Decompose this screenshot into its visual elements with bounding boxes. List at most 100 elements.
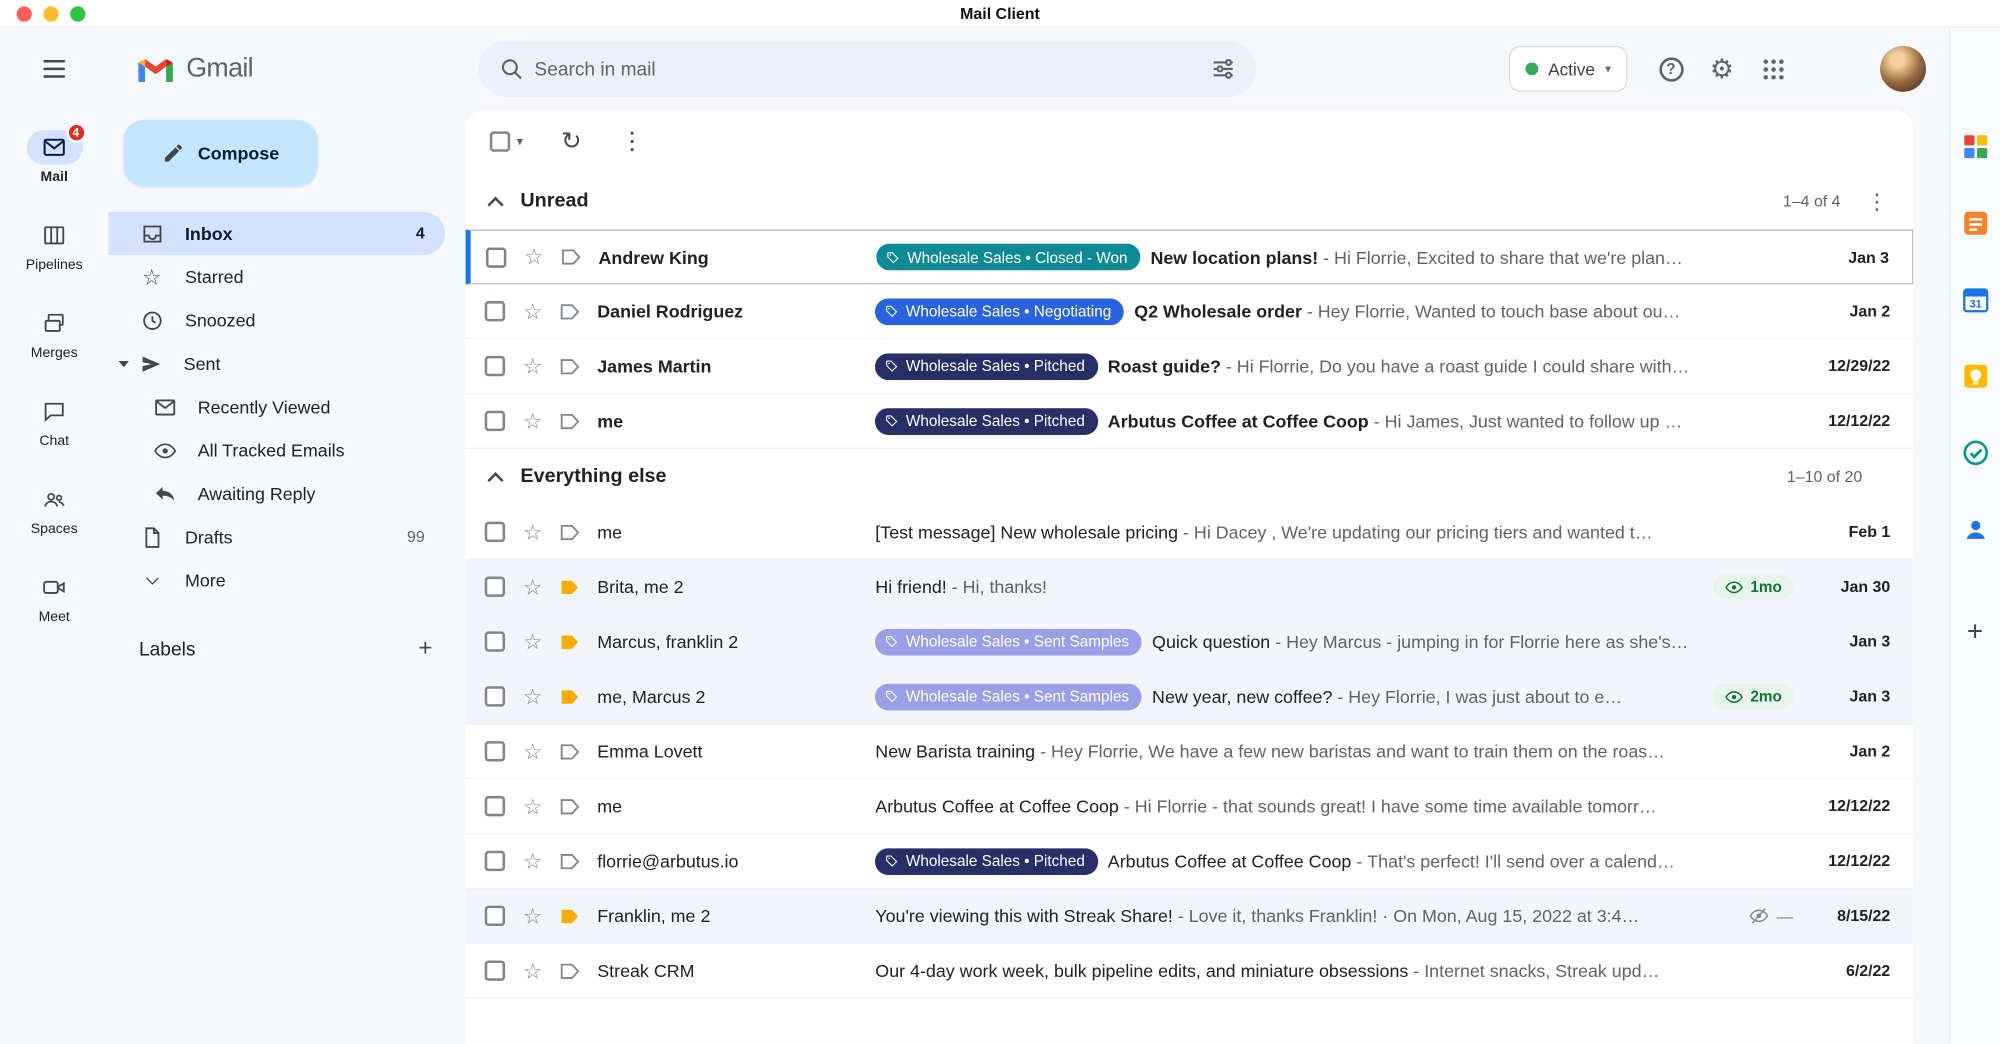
pipeline-stage-badge[interactable]: Wholesale Sales • Pitched	[875, 408, 1097, 435]
row-checkbox[interactable]	[485, 356, 505, 376]
sidebar-item-awaiting-reply[interactable]: Awaiting Reply	[108, 472, 445, 515]
star-icon[interactable]: ☆	[523, 355, 542, 377]
select-dropdown-icon[interactable]: ▾	[517, 135, 523, 149]
streak-pipeline-flag-icon[interactable]	[558, 959, 582, 983]
streak-pipeline-flag-icon[interactable]	[558, 684, 582, 708]
pipeline-stage-badge[interactable]: Wholesale Sales • Closed - Won	[877, 244, 1141, 271]
row-checkbox[interactable]	[485, 631, 505, 651]
email-row[interactable]: ☆Marcus, franklin 2Wholesale Sales • Sen…	[466, 615, 1914, 670]
star-icon[interactable]: ☆	[523, 740, 542, 762]
rail-item-mail[interactable]: 4 Mail	[0, 130, 108, 185]
star-icon[interactable]: ☆	[523, 631, 542, 653]
streak-pipeline-flag-icon[interactable]	[558, 629, 582, 653]
star-icon[interactable]: ☆	[523, 795, 542, 817]
streak-pipeline-flag-icon[interactable]	[558, 904, 582, 928]
calendar-icon[interactable]: 31	[1959, 283, 1992, 316]
pipeline-stage-badge[interactable]: Wholesale Sales • Pitched	[875, 848, 1097, 875]
streak-pipeline-flag-icon[interactable]	[558, 739, 582, 763]
rail-item-meet[interactable]: Meet	[0, 570, 108, 625]
sidebar-item-all-tracked-emails[interactable]: All Tracked Emails	[108, 429, 445, 472]
streak-pipeline-flag-icon[interactable]	[558, 575, 582, 599]
search-input[interactable]	[534, 58, 1200, 80]
row-checkbox[interactable]	[486, 247, 506, 267]
collapse-arrow-icon[interactable]	[119, 360, 129, 366]
star-icon[interactable]: ☆	[523, 686, 542, 708]
rail-item-merges[interactable]: Merges	[0, 306, 108, 361]
pipeline-stage-badge[interactable]: Wholesale Sales • Sent Samples	[875, 683, 1142, 710]
email-row[interactable]: ☆Daniel RodriguezWholesale Sales • Negot…	[466, 284, 1914, 339]
select-all-checkbox[interactable]	[490, 131, 510, 151]
row-checkbox[interactable]	[485, 686, 505, 706]
pipeline-stage-badge[interactable]: Wholesale Sales • Pitched	[875, 353, 1097, 380]
search-bar[interactable]	[478, 41, 1256, 97]
compose-button[interactable]: Compose	[124, 120, 318, 186]
sidebar-item-drafts[interactable]: Drafts 99	[108, 515, 445, 558]
rail-item-spaces[interactable]: Spaces	[0, 482, 108, 537]
row-checkbox[interactable]	[485, 851, 505, 871]
help-button[interactable]: ?	[1645, 43, 1696, 94]
settings-button[interactable]: ⚙	[1696, 43, 1747, 94]
star-icon[interactable]: ☆	[523, 410, 542, 432]
row-checkbox[interactable]	[485, 577, 505, 597]
streak-pipeline-flag-icon[interactable]	[558, 794, 582, 818]
email-row[interactable]: ☆me[Test message] New wholesale pricing …	[466, 505, 1914, 560]
apps-grid-button[interactable]	[1747, 43, 1798, 94]
row-checkbox[interactable]	[485, 906, 505, 926]
addon-orange-icon[interactable]	[1959, 207, 1992, 240]
email-row[interactable]: ☆Andrew KingWholesale Sales • Closed - W…	[466, 230, 1914, 285]
more-options-icon[interactable]: ⋮	[620, 129, 644, 153]
email-row[interactable]: ☆Streak CRMOur 4-day work week, bulk pip…	[466, 944, 1914, 999]
pipeline-stage-badge[interactable]: Wholesale Sales • Sent Samples	[875, 628, 1142, 655]
search-filter-icon[interactable]	[1200, 46, 1246, 92]
row-checkbox[interactable]	[485, 411, 505, 431]
star-icon[interactable]: ☆	[523, 905, 542, 927]
refresh-icon[interactable]: ↻	[561, 129, 581, 153]
star-icon[interactable]: ☆	[523, 850, 542, 872]
minimize-button[interactable]	[43, 6, 58, 21]
streak-pipeline-flag-icon[interactable]	[558, 299, 582, 323]
email-row[interactable]: ☆Franklin, me 2You're viewing this with …	[466, 889, 1914, 944]
addon-grid-icon[interactable]	[1959, 130, 1992, 163]
collapse-section-icon[interactable]	[487, 196, 503, 212]
star-icon[interactable]: ☆	[523, 521, 542, 543]
rail-item-chat[interactable]: Chat	[0, 394, 108, 449]
sidebar-item-snoozed[interactable]: Snoozed	[108, 298, 445, 341]
add-label-button[interactable]: +	[418, 635, 432, 663]
sidebar-item-sent[interactable]: Sent	[108, 342, 445, 385]
sidebar-item-recently-viewed[interactable]: Recently Viewed	[108, 385, 445, 428]
streak-pipeline-flag-icon[interactable]	[558, 409, 582, 433]
email-row[interactable]: ☆meWholesale Sales • PitchedArbutus Coff…	[466, 394, 1914, 449]
star-icon[interactable]: ☆	[523, 576, 542, 598]
sidebar-item-starred[interactable]: ☆ Starred	[108, 255, 445, 298]
email-row[interactable]: ☆James MartinWholesale Sales • PitchedRo…	[466, 339, 1914, 394]
row-checkbox[interactable]	[485, 960, 505, 980]
rail-item-pipelines[interactable]: Pipelines	[0, 218, 108, 273]
search-icon[interactable]	[489, 46, 535, 92]
row-checkbox[interactable]	[485, 301, 505, 321]
status-dropdown[interactable]: Active ▾	[1509, 46, 1628, 92]
section-menu-icon[interactable]: ⋮	[1866, 191, 1888, 213]
gmail-logo[interactable]: Gmail	[108, 28, 465, 110]
streak-pipeline-flag-icon[interactable]	[558, 849, 582, 873]
row-checkbox[interactable]	[485, 741, 505, 761]
tasks-icon[interactable]	[1959, 436, 1992, 469]
email-row[interactable]: ☆meArbutus Coffee at Coffee Coop - Hi Fl…	[466, 779, 1914, 834]
zoom-button[interactable]	[70, 6, 85, 21]
collapse-section-icon[interactable]	[487, 471, 503, 487]
star-icon[interactable]: ☆	[523, 960, 542, 982]
pipeline-stage-badge[interactable]: Wholesale Sales • Negotiating	[875, 298, 1124, 325]
star-icon[interactable]: ☆	[524, 246, 543, 268]
sidebar-item-more[interactable]: More	[108, 559, 445, 602]
close-button[interactable]	[17, 6, 32, 21]
get-addons-button[interactable]: +	[1967, 617, 1983, 645]
email-row[interactable]: ☆florrie@arbutus.ioWholesale Sales • Pit…	[466, 834, 1914, 889]
keep-icon[interactable]	[1959, 360, 1992, 393]
email-row[interactable]: ☆me, Marcus 2Wholesale Sales • Sent Samp…	[466, 670, 1914, 725]
contacts-icon[interactable]	[1959, 513, 1992, 546]
streak-pipeline-flag-icon[interactable]	[559, 245, 583, 269]
streak-pipeline-flag-icon[interactable]	[558, 520, 582, 544]
sidebar-item-inbox[interactable]: Inbox 4	[108, 212, 445, 255]
row-checkbox[interactable]	[485, 522, 505, 542]
main-menu-button[interactable]	[0, 28, 108, 110]
row-checkbox[interactable]	[485, 796, 505, 816]
